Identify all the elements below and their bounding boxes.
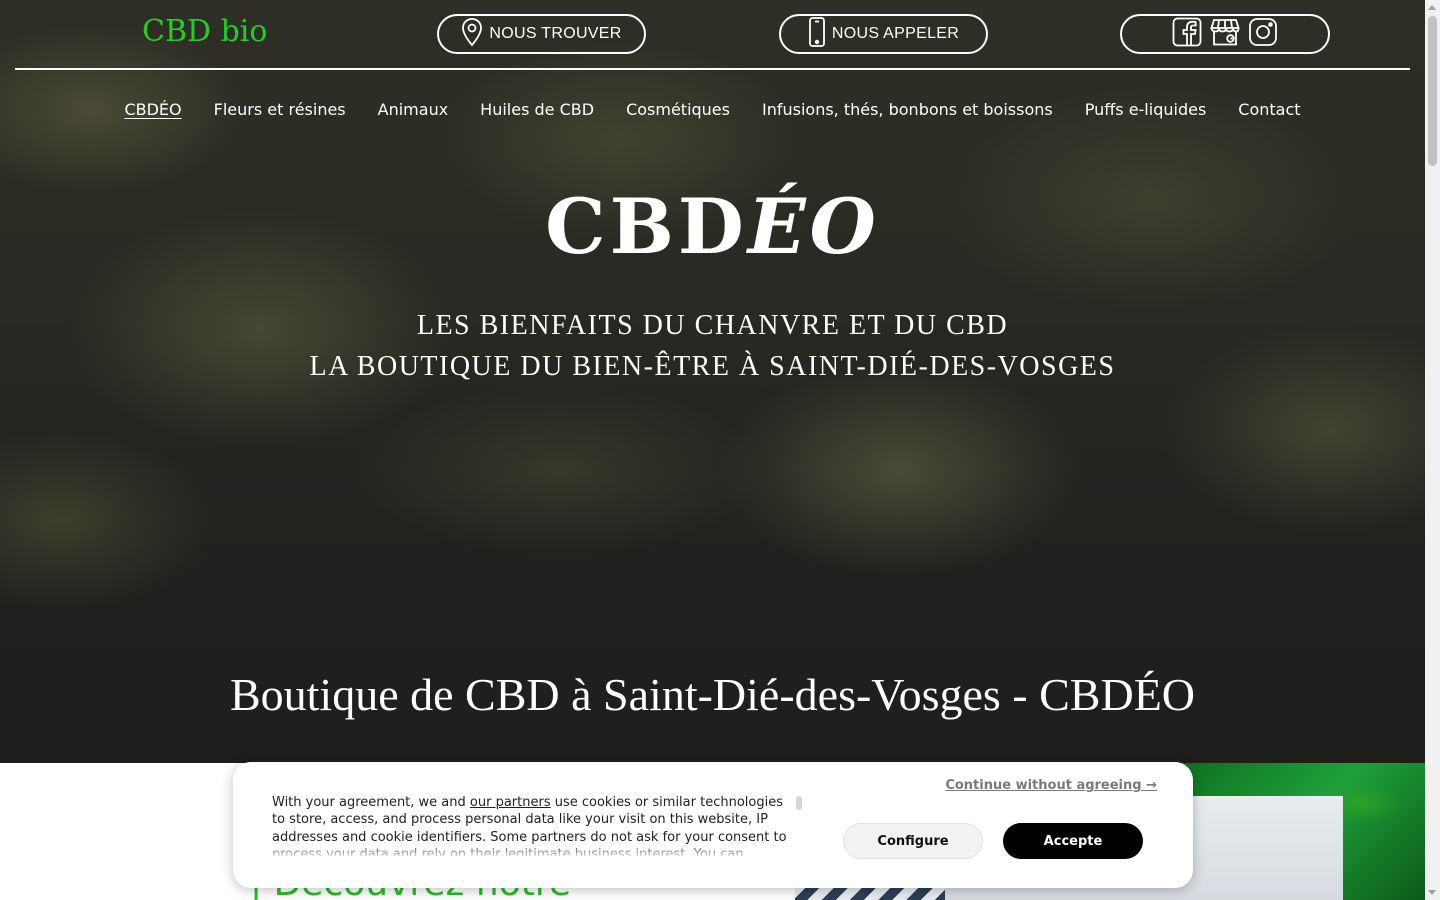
scroll-up-arrow-icon[interactable] <box>1428 5 1436 10</box>
logo-main-text: CBD <box>545 182 748 271</box>
store-icon[interactable] <box>1210 17 1240 52</box>
instagram-icon[interactable] <box>1248 17 1278 52</box>
phone-icon <box>808 16 826 53</box>
social-links <box>1120 14 1330 54</box>
location-pin-icon <box>461 17 483 52</box>
cookie-text-fade <box>272 842 792 858</box>
nav-item-cbdeo[interactable]: CBDÉO <box>124 100 181 124</box>
header-divider <box>15 68 1410 70</box>
logo-italic-text: ÉO <box>747 182 880 271</box>
find-us-label: NOUS TROUVER <box>489 25 622 42</box>
hero-tagline-line2: LA BOUTIQUE DU BIEN-ÊTRE À SAINT-DIÉ-DES… <box>309 351 1116 382</box>
nav-item-animaux[interactable]: Animaux <box>378 100 449 124</box>
hero-banner: CBD bio NOUS TROUVER NOUS APPELER CBDÉO … <box>0 0 1425 763</box>
call-us-button[interactable]: NOUS APPELER <box>779 14 988 54</box>
scroll-down-arrow-icon[interactable] <box>1428 890 1436 895</box>
page-scrollbar[interactable] <box>1425 0 1440 900</box>
nav-item-infusions[interactable]: Infusions, thés, bonbons et boissons <box>762 100 1053 124</box>
call-us-label: NOUS APPELER <box>831 25 960 42</box>
page-title: Boutique de CBD à Saint-Dié-des-Vosges -… <box>229 669 1196 720</box>
find-us-button[interactable]: NOUS TROUVER <box>437 14 646 54</box>
nav-item-huiles-cbd[interactable]: Huiles de CBD <box>480 100 594 124</box>
nav-item-contact[interactable]: Contact <box>1238 100 1300 124</box>
nav-item-puffs[interactable]: Puffs e-liquides <box>1085 100 1207 124</box>
accept-button[interactable]: Accepte <box>1003 823 1143 859</box>
partners-link[interactable]: our partners <box>470 795 551 810</box>
site-brand[interactable]: CBD bio <box>142 14 267 49</box>
cookie-consent-banner: With your agreement, we and our partners… <box>233 762 1193 888</box>
nav-item-fleurs-resines[interactable]: Fleurs et résines <box>214 100 346 124</box>
nav-item-cosmetiques[interactable]: Cosmétiques <box>626 100 730 124</box>
scroll-thumb[interactable] <box>1428 16 1437 166</box>
cookie-text-scrollbar[interactable] <box>796 796 802 810</box>
facebook-icon[interactable] <box>1172 17 1202 52</box>
configure-button[interactable]: Configure <box>843 823 983 859</box>
hero-logo: CBDÉO <box>0 182 1425 272</box>
hero-tagline-line1: LES BIENFAITS DU CHANVRE ET DU CBD <box>416 310 1009 341</box>
continue-without-agreeing-link[interactable]: Continue without agreeing → <box>945 778 1157 793</box>
main-navigation: CBDÉO Fleurs et résines Animaux Huiles d… <box>0 100 1425 124</box>
cookie-text-intro: With your agreement, we and <box>272 795 470 810</box>
